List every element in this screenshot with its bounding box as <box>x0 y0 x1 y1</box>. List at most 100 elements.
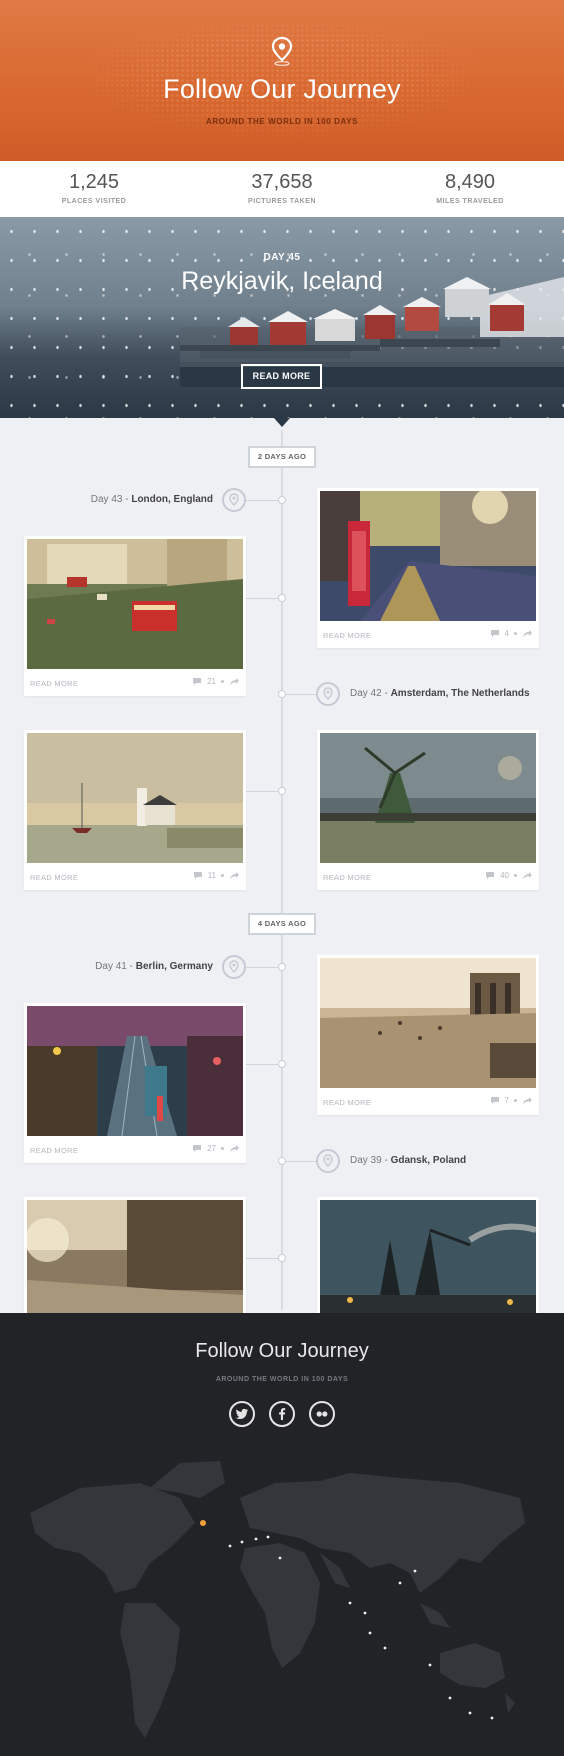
location-label-berlin: Day 41 - Berlin, Germany <box>95 961 213 972</box>
map-pin-icon[interactable] <box>316 1149 340 1173</box>
card-read-more-link[interactable]: READ MORE <box>30 1146 78 1155</box>
timeline-line <box>281 430 283 1310</box>
comment-icon[interactable] <box>490 629 500 638</box>
comment-icon[interactable] <box>192 1144 202 1153</box>
card-read-more-link[interactable]: READ MORE <box>323 873 371 882</box>
comment-count: 21 <box>207 677 216 686</box>
stat-label: PLACES VISITED <box>61 198 127 205</box>
location-label-amsterdam: Day 42 - Amsterdam, The Netherlands <box>350 688 530 699</box>
photo-card[interactable]: READ MORE 40 <box>317 730 539 890</box>
stat-label: PICTURES TAKEN <box>248 198 316 205</box>
card-meta: 27 <box>192 1144 240 1153</box>
card-footer: READ MORE 40 <box>317 863 539 890</box>
map-pin-icon[interactable] <box>222 488 246 512</box>
meta-separator <box>514 1099 517 1102</box>
meta-separator <box>221 874 224 877</box>
card-footer: READ MORE 27 <box>24 1136 246 1163</box>
stat-value: 1,245 <box>68 171 120 193</box>
map-pin-icon[interactable] <box>222 955 246 979</box>
meta-separator <box>514 632 517 635</box>
comment-count: 11 <box>207 871 216 880</box>
london-street-photo <box>320 491 536 621</box>
card-footer: READ MORE 4 <box>317 621 539 648</box>
timeline-node <box>278 496 286 504</box>
twitter-icon[interactable] <box>229 1401 255 1427</box>
photo-card[interactable]: READ MORE 7 <box>317 955 539 1115</box>
photo-card[interactable]: READ MORE 27 <box>24 1003 246 1163</box>
timeline-node <box>278 963 286 971</box>
timeline-node <box>278 594 286 602</box>
location-day: Day 41 - <box>95 961 136 972</box>
location-pin-icon <box>271 36 293 66</box>
lighthouse-photo <box>27 733 243 863</box>
industrial-harbor-photo <box>320 1200 536 1330</box>
share-icon[interactable] <box>229 677 240 686</box>
stat-places-visited: 1,245 PLACES VISITED <box>0 161 188 217</box>
card-read-more-link[interactable]: READ MORE <box>30 679 78 688</box>
card-meta: 21 <box>192 677 240 686</box>
card-read-more-link[interactable]: READ MORE <box>323 631 371 640</box>
share-icon[interactable] <box>522 629 533 638</box>
location-day: Day 39 - <box>350 1155 391 1166</box>
share-icon[interactable] <box>229 1144 240 1153</box>
timeline-node <box>278 1060 286 1068</box>
location-place: Berlin, Germany <box>135 961 213 972</box>
location-day: Day 42 - <box>350 688 391 699</box>
stat-value: 8,490 <box>444 171 496 193</box>
world-map-graphic <box>30 1461 525 1738</box>
stat-value: 37,658 <box>251 171 313 193</box>
comment-icon[interactable] <box>192 677 202 686</box>
hero-header: Follow Our Journey AROUND THE WORLD IN 1… <box>0 0 564 161</box>
timeline-node <box>278 690 286 698</box>
comment-icon[interactable] <box>490 1096 500 1105</box>
stat-miles-traveled: 8,490 MILES TRAVELED <box>376 161 564 217</box>
location-place: London, England <box>131 494 213 505</box>
comment-icon[interactable] <box>193 871 203 880</box>
card-read-more-link[interactable]: READ MORE <box>323 1098 371 1107</box>
comment-icon[interactable] <box>485 871 495 880</box>
feature-read-more-button[interactable]: READ MORE <box>241 364 322 389</box>
location-place: Amsterdam, The Netherlands <box>390 688 530 699</box>
timeline-connector <box>246 500 278 501</box>
share-icon[interactable] <box>522 871 533 880</box>
card-meta: 11 <box>193 871 240 880</box>
stats-bar: 1,245 PLACES VISITED 37,658 PICTURES TAK… <box>0 161 564 217</box>
feature-day: DAY 45 <box>263 252 301 263</box>
card-footer: READ MORE 21 <box>24 669 246 696</box>
meta-separator <box>221 1147 224 1150</box>
timeline-badge: 2 DAYS AGO <box>248 446 316 468</box>
train-station-photo <box>27 1006 243 1136</box>
location-place: Gdansk, Poland <box>390 1155 467 1166</box>
location-label-london: Day 43 - London, England <box>91 494 213 505</box>
comment-count: 4 <box>504 629 509 638</box>
stat-label: MILES TRAVELED <box>436 198 504 205</box>
timeline-node <box>278 787 286 795</box>
footer: Follow Our Journey AROUND THE WORLD IN 1… <box>0 1313 564 1756</box>
tilt-shift-bus-photo <box>27 539 243 669</box>
comment-count: 40 <box>500 871 509 880</box>
share-icon[interactable] <box>522 1096 533 1105</box>
map-pin-icon[interactable] <box>316 682 340 706</box>
berlin-gate-photo <box>320 958 536 1088</box>
photo-card[interactable]: READ MORE 11 <box>24 730 246 890</box>
card-meta: 7 <box>490 1096 533 1105</box>
timeline-connector <box>246 791 278 792</box>
timeline-connector <box>246 967 278 968</box>
timeline-connector <box>246 598 278 599</box>
stat-pictures-taken: 37,658 PICTURES TAKEN <box>188 161 376 217</box>
card-meta: 40 <box>485 871 533 880</box>
share-icon[interactable] <box>229 871 240 880</box>
timeline-connector <box>246 1258 278 1259</box>
timeline-connector <box>246 1064 278 1065</box>
timeline-node <box>278 1157 286 1165</box>
flickr-icon[interactable] <box>309 1401 335 1427</box>
card-read-more-link[interactable]: READ MORE <box>30 873 78 882</box>
photo-card[interactable]: READ MORE 21 <box>24 536 246 696</box>
footer-subtitle: AROUND THE WORLD IN 100 DAYS <box>215 1376 349 1383</box>
page-subtitle: AROUND THE WORLD IN 100 DAYS <box>205 117 359 126</box>
photo-card[interactable]: READ MORE 4 <box>317 488 539 648</box>
feature-city: Reykjavik, Iceland <box>181 267 383 295</box>
timeline-connector <box>286 694 316 695</box>
location-label-gdansk: Day 39 - Gdansk, Poland <box>350 1155 466 1166</box>
facebook-icon[interactable] <box>269 1401 295 1427</box>
